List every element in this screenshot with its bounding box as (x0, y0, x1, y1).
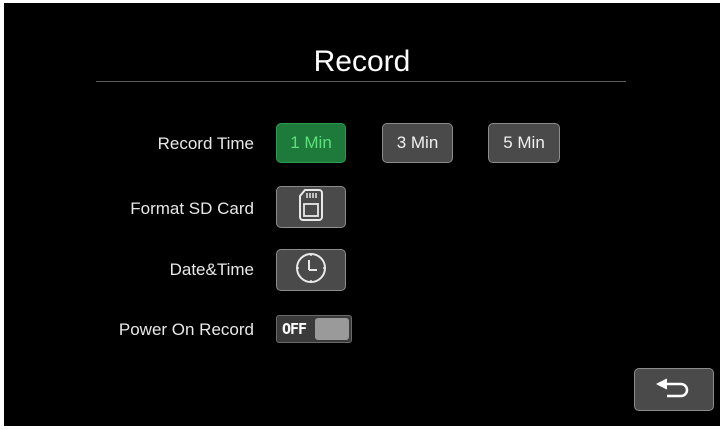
page-title: Record (313, 45, 411, 78)
toggle-state-text: OFF (282, 320, 307, 338)
format-sd-button[interactable] (276, 186, 346, 228)
back-arrow-icon (653, 375, 695, 404)
power-on-record-label: Power On Record (118, 320, 254, 339)
back-button[interactable] (634, 368, 714, 411)
record-time-label: Record Time (157, 134, 254, 153)
format-sd-label: Format SD Card (130, 199, 254, 218)
title-divider (96, 81, 626, 82)
record-time-3min-button[interactable]: 3 Min (382, 123, 453, 163)
clock-icon (294, 251, 328, 290)
record-settings-screen: Record Record Time 1 Min 3 Min 5 Min For… (4, 3, 720, 426)
toggle-knob (315, 318, 349, 340)
record-time-5min-button[interactable]: 5 Min (488, 123, 560, 163)
date-time-button[interactable] (276, 249, 346, 291)
record-time-1min-button[interactable]: 1 Min (276, 123, 346, 163)
sd-card-icon (298, 188, 324, 227)
date-time-label: Date&Time (169, 260, 254, 279)
power-on-record-toggle[interactable]: OFF (276, 315, 352, 343)
